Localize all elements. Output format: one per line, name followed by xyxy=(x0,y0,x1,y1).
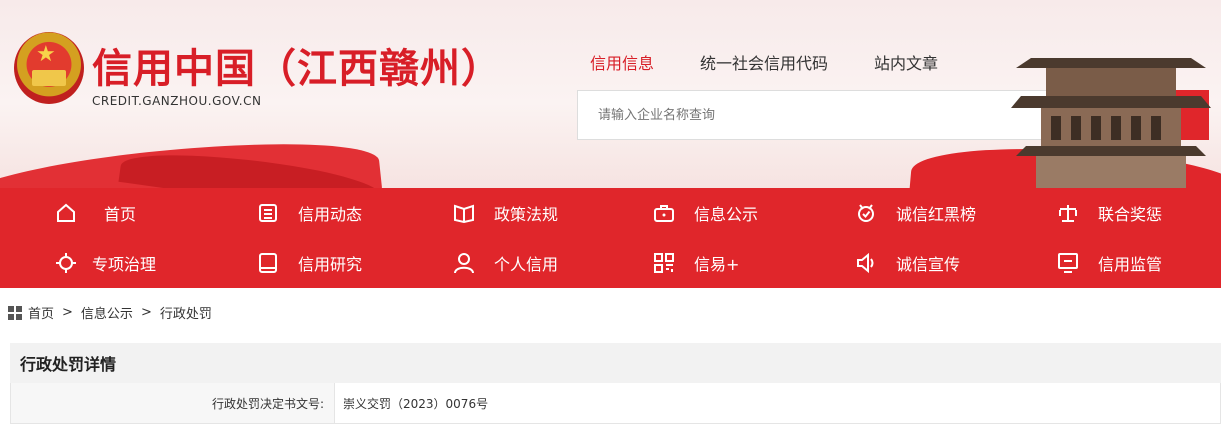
site-url: CREDIT.GANZHOU.GOV.CN xyxy=(92,94,262,108)
nav-label: 首页 xyxy=(104,205,137,224)
site-title[interactable]: 信用中国（江西赣州） xyxy=(92,36,502,94)
search-tab-credit-info[interactable]: 信用信息 xyxy=(590,50,654,74)
nav-item-credit-news[interactable]: 信用动态 xyxy=(200,201,400,225)
speaker-icon xyxy=(854,251,878,275)
nav-label: 诚信宣传 xyxy=(896,255,961,274)
breadcrumb-home[interactable]: 首页 xyxy=(28,303,54,322)
detail-value: 崇义交罚（2023）0076号 xyxy=(343,396,489,411)
nav-label: 信用研究 xyxy=(298,255,363,274)
nav-label: 诚信红黑榜 xyxy=(896,205,977,224)
nav-row: 专项治理 信用研究 个人信用 信易+ 诚信宣传 信用监管 xyxy=(0,238,1221,288)
nav-label: 政策法规 xyxy=(494,205,559,224)
nav-item-integrity-promotion[interactable]: 诚信宣传 xyxy=(800,251,1000,275)
badge-icon xyxy=(854,201,878,225)
nav-label: 信用动态 xyxy=(298,205,363,224)
nav-item-red-black-list[interactable]: 诚信红黑榜 xyxy=(800,201,1000,225)
nav-item-credit-research[interactable]: 信用研究 xyxy=(200,251,400,275)
nav-row: 首页 信用动态 政策法规 信息公示 诚信红黑榜 联合奖惩 xyxy=(0,188,1221,238)
notebook-icon xyxy=(256,251,280,275)
detail-row: 行政处罚决定书文号: 崇义交罚（2023）0076号 xyxy=(10,383,1221,424)
detail-panel: 行政处罚详情 行政处罚决定书文号: 崇义交罚（2023）0076号 xyxy=(10,343,1221,424)
nav-item-disclosure[interactable]: 信息公示 xyxy=(600,201,800,225)
nav-item-special-governance[interactable]: 专项治理 xyxy=(0,251,200,275)
search-tabs: 信用信息 统一社会信用代码 站内文章 xyxy=(590,50,938,74)
breadcrumb-separator: > xyxy=(62,305,73,320)
breadcrumb-separator: > xyxy=(140,305,152,320)
nav-item-credit-supervision[interactable]: 信用监管 xyxy=(1000,251,1200,275)
detail-label: 行政处罚决定书文号: xyxy=(11,383,335,423)
breadcrumb: 首页 > 信息公示 > 行政处罚 xyxy=(8,303,212,322)
book-icon xyxy=(452,201,476,225)
pavilion-illustration xyxy=(1011,58,1211,188)
nav-item-xinyi-plus[interactable]: 信易+ xyxy=(600,251,800,275)
scale-icon xyxy=(1056,201,1080,225)
nav-item-personal-credit[interactable]: 个人信用 xyxy=(400,251,600,275)
target-icon xyxy=(54,251,78,275)
nav-label: 专项治理 xyxy=(92,255,157,274)
monitor-icon xyxy=(1056,251,1080,275)
nav-label: 信息公示 xyxy=(694,205,759,224)
search-tab-credit-code[interactable]: 统一社会信用代码 xyxy=(700,50,828,74)
breadcrumb-current: 行政处罚 xyxy=(159,307,212,322)
panel-title: 行政处罚详情 xyxy=(10,343,1221,383)
nav-item-home[interactable]: 首页 xyxy=(0,201,200,225)
search-tab-articles[interactable]: 站内文章 xyxy=(874,50,938,74)
grid-icon xyxy=(8,305,22,320)
breadcrumb-disclosure[interactable]: 信息公示 xyxy=(81,303,133,322)
home-icon xyxy=(54,201,78,225)
national-emblem-icon: ★ xyxy=(14,32,84,104)
nav-label: 个人信用 xyxy=(494,255,559,274)
site-header: ★ 信用中国（江西赣州） CREDIT.GANZHOU.GOV.CN 信用信息 … xyxy=(0,0,1221,188)
nav-item-joint-rewards[interactable]: 联合奖惩 xyxy=(1000,201,1200,225)
main-navigation: 首页 信用动态 政策法规 信息公示 诚信红黑榜 联合奖惩 专项治理 信用研究 个… xyxy=(0,188,1221,288)
user-icon xyxy=(452,251,476,275)
nav-label: 信用监管 xyxy=(1098,255,1163,274)
nav-label: 联合奖惩 xyxy=(1098,205,1163,224)
grid-icon xyxy=(652,251,676,275)
nav-item-policy[interactable]: 政策法规 xyxy=(400,201,600,225)
list-icon xyxy=(256,201,280,225)
briefcase-icon xyxy=(652,201,676,225)
nav-label: 信易+ xyxy=(694,255,740,274)
